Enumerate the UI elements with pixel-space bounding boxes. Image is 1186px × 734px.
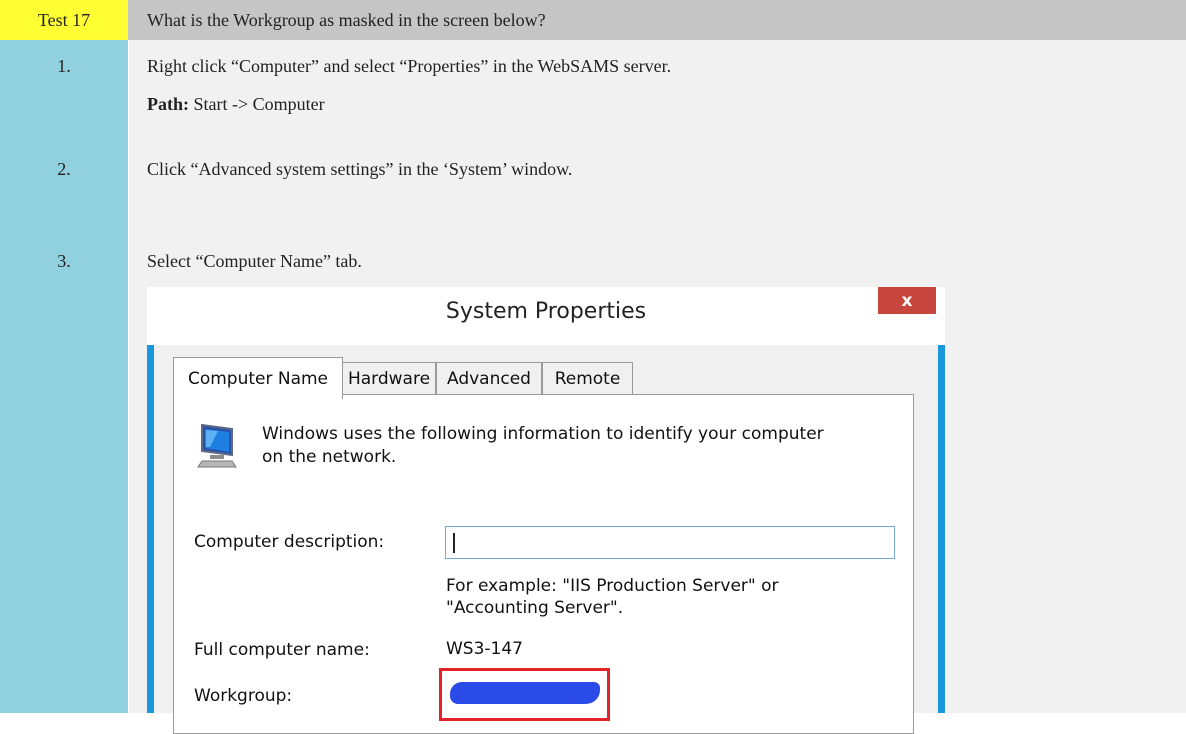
example-text-line-2: "Accounting Server". <box>446 598 624 618</box>
step-text-2: Click “Advanced system settings” in the … <box>147 159 573 179</box>
workgroup-mask-highlight <box>439 668 610 721</box>
step-number-3: 3. <box>57 251 71 271</box>
path-line: Path: Start -> Computer <box>147 94 325 115</box>
example-text-line-1: For example: "IIS Production Server" or <box>446 576 779 596</box>
full-computer-name-value: WS3-147 <box>446 639 523 659</box>
dialog-client-area: Computer Name Hardware Advanced Remote W… <box>154 345 938 734</box>
computer-description-input[interactable] <box>445 526 895 559</box>
question-text: What is the Workgroup as masked in the s… <box>147 10 546 30</box>
close-button[interactable]: x <box>878 287 936 314</box>
info-text-line-1: Windows uses the following information t… <box>262 424 824 444</box>
tab-hardware[interactable]: Hardware <box>342 362 436 395</box>
step-text-1: Right click “Computer” and select “Prope… <box>147 56 672 76</box>
step-number-1: 1. <box>57 56 71 76</box>
info-text-line-2: on the network. <box>262 447 397 467</box>
column-divider <box>128 40 129 713</box>
computer-description-label: Computer description: <box>194 532 385 552</box>
computer-name-panel: Windows uses the following information t… <box>173 394 914 734</box>
tab-advanced[interactable]: Advanced <box>436 362 542 395</box>
computer-icon <box>197 423 237 468</box>
step-number-column <box>0 40 128 713</box>
tab-computer-name[interactable]: Computer Name <box>173 357 343 399</box>
workgroup-label: Workgroup: <box>194 686 293 706</box>
system-properties-window: System Properties x Computer Name Hardwa… <box>147 287 945 734</box>
step-number-2: 2. <box>57 159 71 179</box>
workgroup-masked-value <box>450 682 600 704</box>
full-computer-name-label: Full computer name: <box>194 640 370 660</box>
path-label: Path: <box>147 94 189 114</box>
step-text-3: Select “Computer Name” tab. <box>147 251 362 271</box>
text-caret <box>453 533 455 553</box>
tab-remote[interactable]: Remote <box>542 362 633 395</box>
title-bar[interactable]: System Properties x <box>147 287 945 345</box>
test-label: Test 17 <box>0 0 128 40</box>
window-title: System Properties <box>445 299 647 324</box>
path-value: Start -> Computer <box>189 94 325 114</box>
